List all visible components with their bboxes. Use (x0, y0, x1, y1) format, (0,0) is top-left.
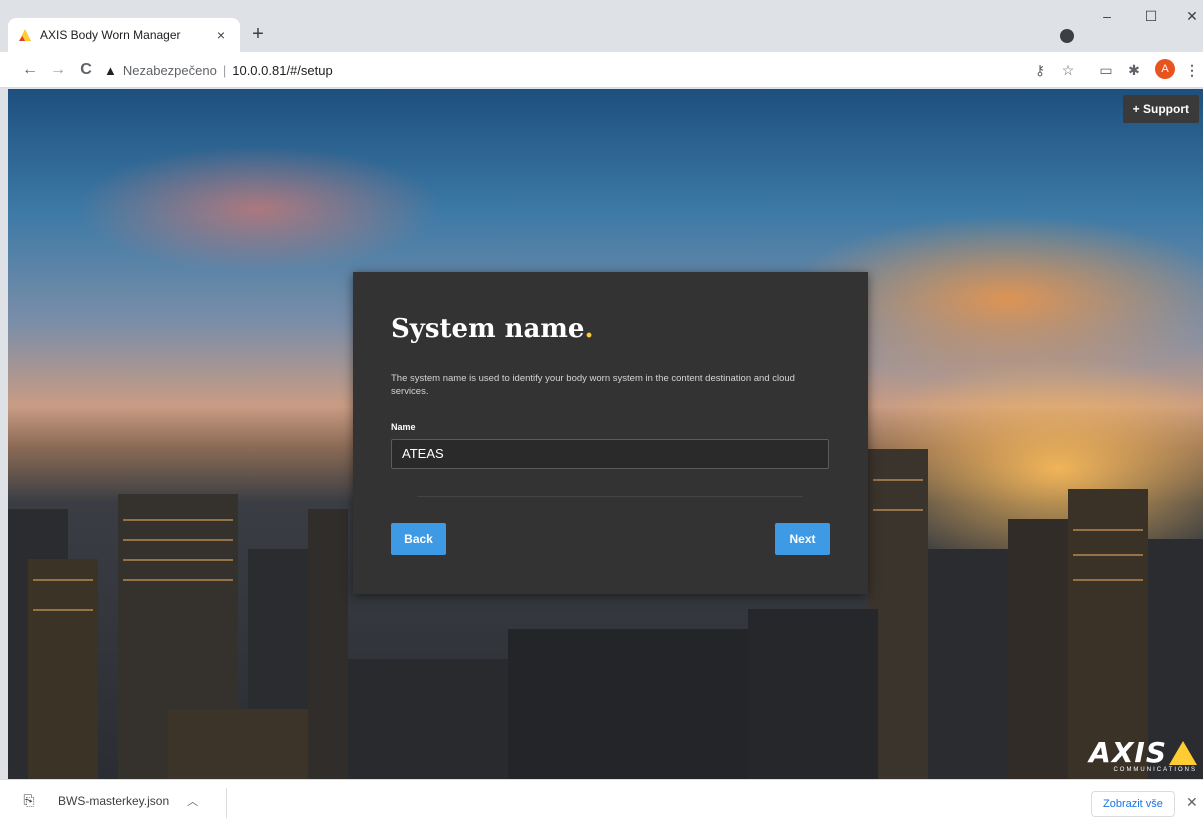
forward-nav-icon[interactable]: → (48, 60, 68, 80)
dialog-title-text: System name (391, 314, 585, 344)
download-bar: ⎘ BWS-masterkey.json ︿ Zobrazit vše ✕ (0, 779, 1203, 826)
security-label[interactable]: Nezabezpečeno (123, 63, 217, 78)
profile-dot-icon[interactable] (1060, 29, 1074, 43)
next-button[interactable]: Next (775, 523, 830, 555)
star-icon[interactable]: ☆ (1059, 61, 1077, 79)
url-text[interactable]: 10.0.0.81/#/setup (232, 63, 332, 78)
tab-title: AXIS Body Worn Manager (40, 28, 181, 42)
menu-icon[interactable]: ⋮ (1183, 61, 1201, 79)
dialog-description: The system name is used to identify your… (391, 373, 795, 397)
download-file-name[interactable]: BWS-masterkey.json (58, 794, 169, 808)
download-separator (226, 788, 227, 818)
dialog-divider (417, 496, 803, 497)
key-icon[interactable]: ⚷ (1031, 61, 1049, 79)
chevron-up-icon[interactable]: ︿ (187, 793, 198, 809)
system-name-input[interactable]: ATEAS (391, 439, 829, 469)
axis-logo: AXIS COMMUNICATIONS (1089, 736, 1197, 773)
maximize-button[interactable]: ☐ (1141, 8, 1161, 25)
file-icon: ⎘ (23, 792, 35, 808)
cast-icon[interactable]: ▭ (1097, 61, 1115, 79)
browser-toolbar: ← → C ▲ Nezabezpečeno | 10.0.0.81/#/setu… (0, 52, 1203, 88)
show-all-button[interactable]: Zobrazit vše (1091, 791, 1175, 817)
reload-icon[interactable]: C (76, 60, 96, 80)
setup-page: + Support System name. The system name i… (8, 89, 1203, 779)
download-item[interactable]: ⎘ BWS-masterkey.json ︿ (20, 792, 198, 809)
browser-tab[interactable]: AXIS Body Worn Manager × (8, 18, 240, 52)
axis-triangle-icon (1169, 740, 1197, 765)
setup-dialog: System name. The system name is used to … (353, 272, 868, 594)
title-dot: . (584, 314, 594, 344)
dialog-title: System name. (391, 314, 594, 344)
axis-favicon-icon (19, 29, 31, 41)
back-nav-icon[interactable]: ← (20, 60, 40, 80)
address-bar[interactable]: ▲ Nezabezpečeno | 10.0.0.81/#/setup (104, 57, 1024, 83)
warning-icon[interactable]: ▲ (104, 63, 117, 78)
close-download-bar-icon[interactable]: ✕ (1186, 794, 1198, 811)
support-button[interactable]: + Support (1122, 95, 1199, 123)
name-field-label: Name (391, 422, 416, 432)
close-window-button[interactable]: ✕ (1182, 8, 1202, 25)
avatar[interactable]: A (1155, 59, 1175, 79)
axis-logo-word: AXIS (1089, 736, 1167, 769)
minimize-button[interactable]: – (1097, 8, 1117, 24)
tab-strip: AXIS Body Worn Manager × + – ☐ ✕ (0, 0, 1203, 52)
omnibox-separator: | (222, 62, 227, 78)
back-button[interactable]: Back (391, 523, 446, 555)
extensions-icon[interactable]: ✱ (1125, 61, 1143, 79)
new-tab-button[interactable]: + (248, 24, 268, 44)
tab-close-icon[interactable]: × (212, 27, 230, 43)
